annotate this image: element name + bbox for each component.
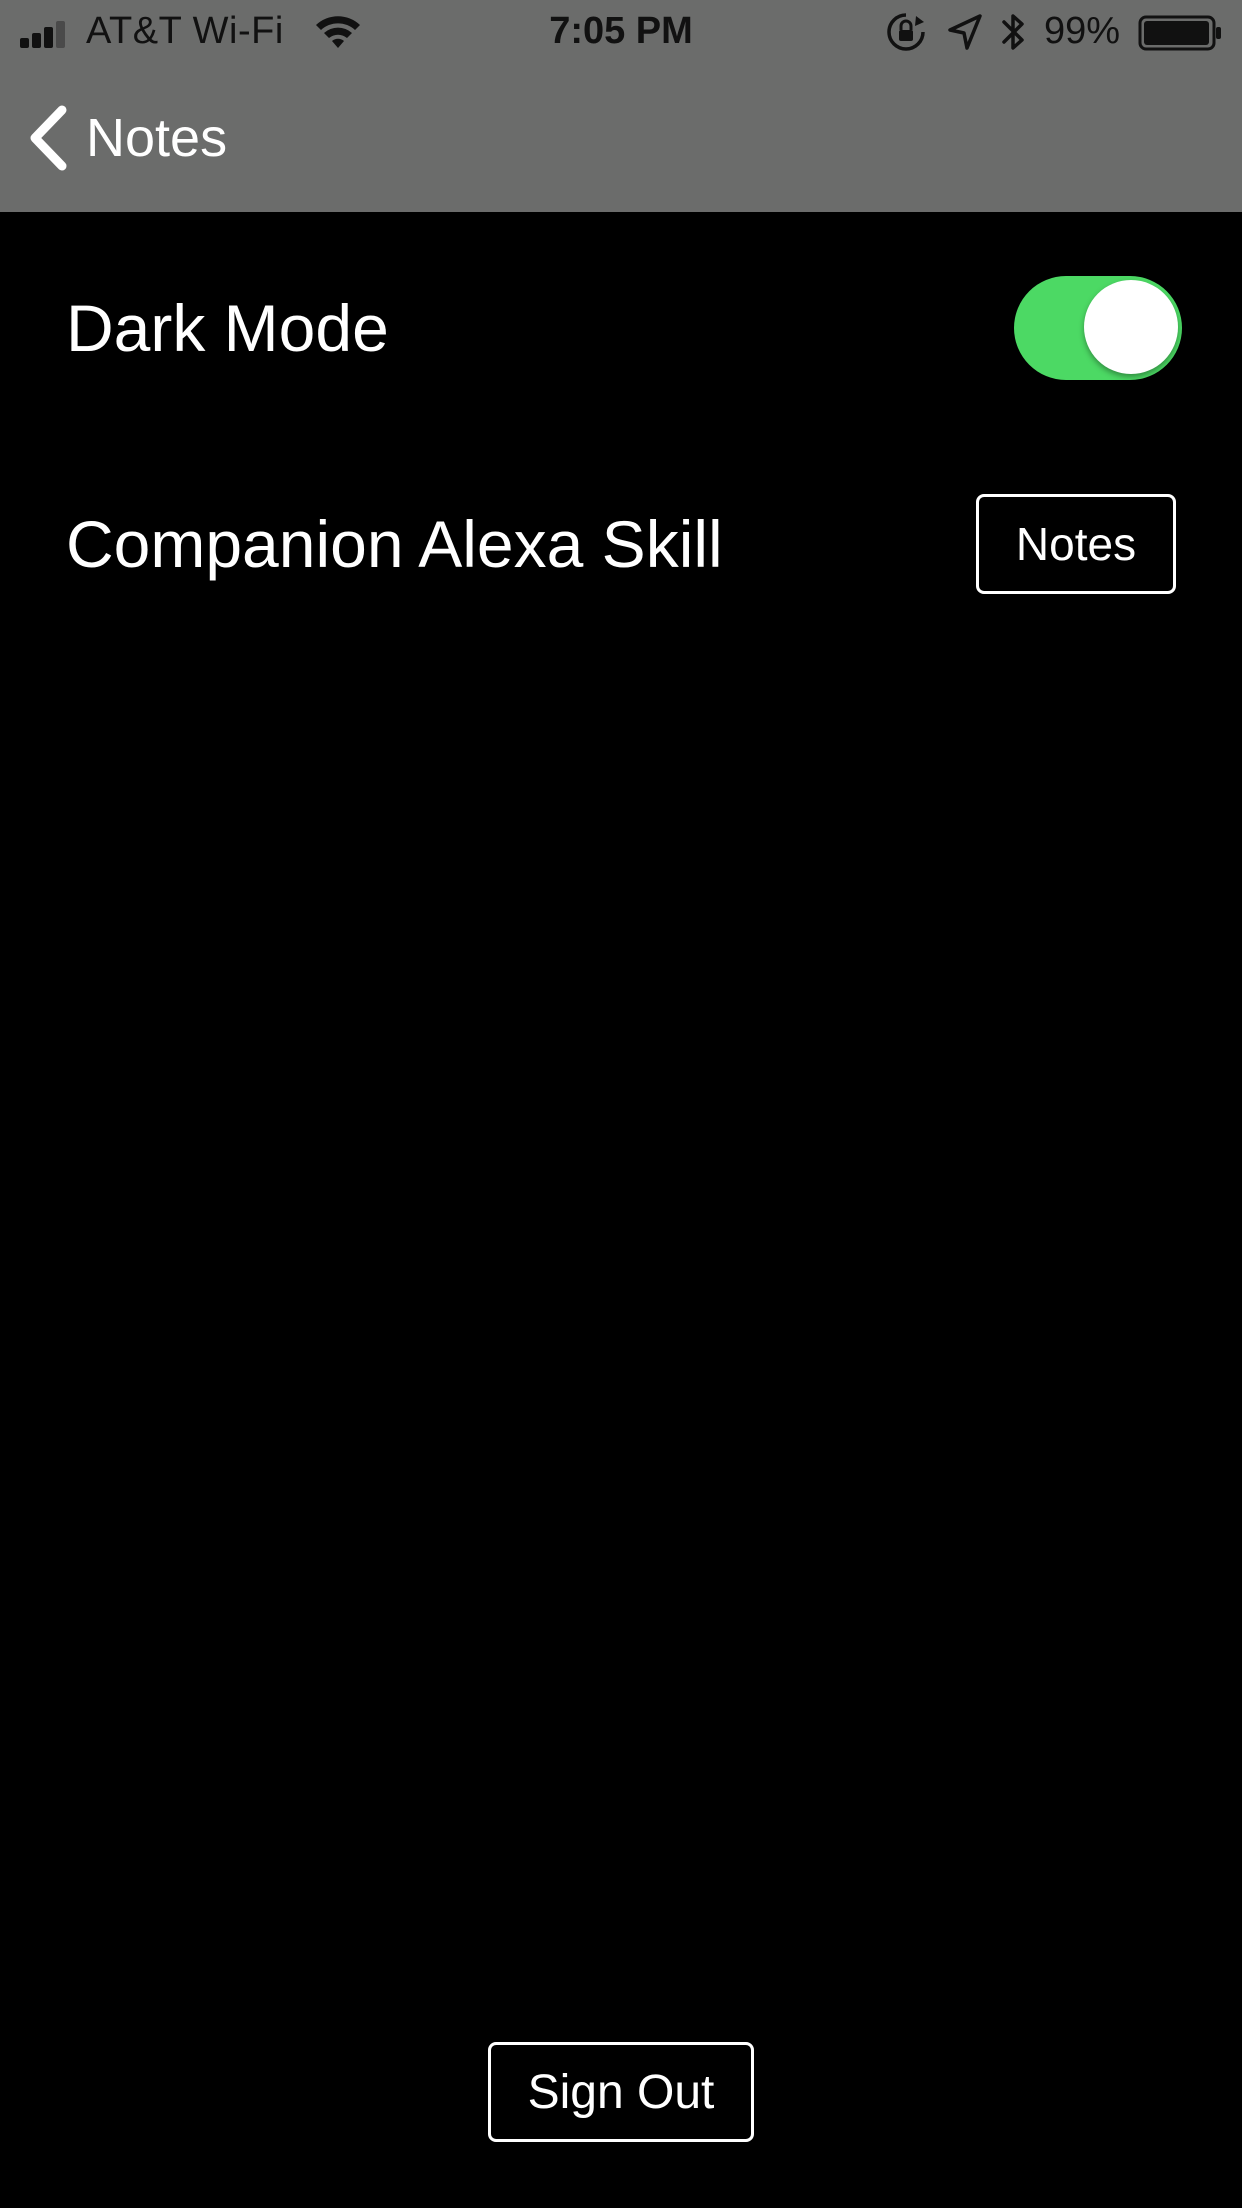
alexa-skill-notes-button[interactable]: Notes — [976, 494, 1176, 594]
bluetooth-icon — [1002, 14, 1024, 50]
chevron-left-icon — [30, 105, 67, 171]
toggle-knob — [1084, 280, 1178, 374]
sign-out-button[interactable]: Sign Out — [488, 2042, 754, 2142]
status-bar: AT&T Wi-Fi 7:05 PM 99% — [0, 0, 1242, 66]
navigation-bar: Notes — [0, 66, 1242, 212]
location-icon — [948, 14, 982, 50]
back-button-label: Notes — [86, 108, 228, 168]
battery-icon — [1138, 15, 1221, 51]
alexa-skill-label: Companion Alexa Skill — [66, 507, 723, 581]
alexa-skill-row: Companion Alexa Skill Notes — [66, 488, 1182, 600]
rotation-lock-icon — [887, 13, 925, 51]
dark-mode-label: Dark Mode — [66, 291, 389, 365]
dark-mode-toggle[interactable] — [1014, 276, 1182, 380]
battery-percent: 99% — [1044, 10, 1121, 52]
back-button[interactable]: Notes — [26, 100, 227, 176]
dark-mode-row: Dark Mode — [66, 268, 1182, 388]
top-chrome: AT&T Wi-Fi 7:05 PM 99% Notes — [0, 0, 1242, 212]
